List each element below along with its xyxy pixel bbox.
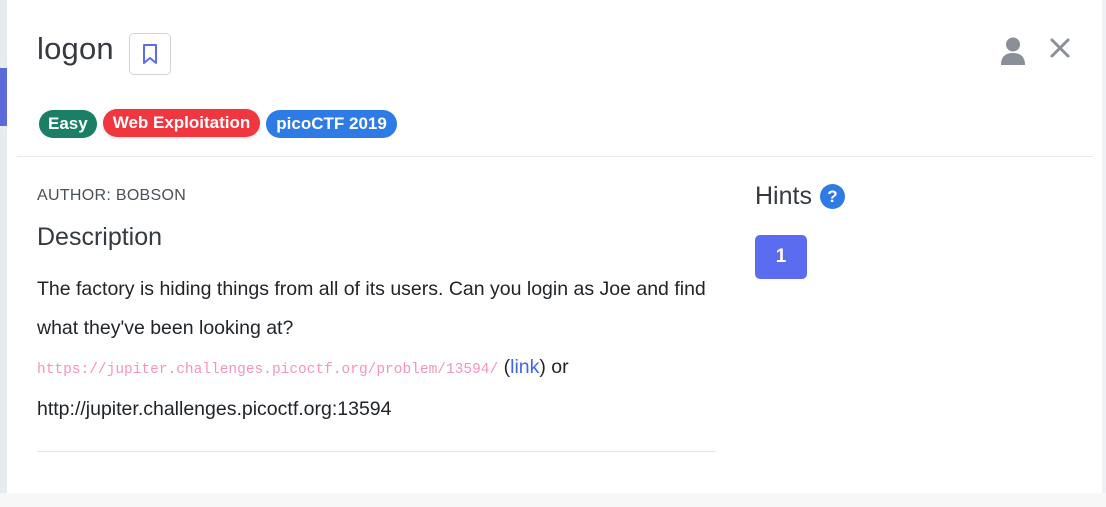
header-divider — [17, 156, 1093, 157]
bookmark-icon — [143, 44, 157, 64]
challenge-url-code: https://jupiter.challenges.picoctf.org/p… — [37, 362, 499, 378]
event-badge: picoCTF 2019 — [266, 110, 397, 138]
close-icon[interactable] — [1049, 37, 1071, 59]
hints-title: Hints — [755, 182, 812, 210]
background-bottom-edge — [0, 493, 1106, 507]
challenge-link[interactable]: link — [510, 356, 539, 378]
background-sidebar-active-marker — [0, 68, 7, 126]
tag-list: Easy Web Exploitation picoCTF 2019 — [39, 109, 397, 138]
description-divider — [37, 451, 716, 452]
description-heading: Description — [37, 223, 163, 251]
background-right-edge — [1102, 0, 1106, 507]
hints-section-title: Hints ? — [755, 182, 845, 211]
link-close-or: ) or — [539, 356, 569, 378]
description-text: The factory is hiding things from all of… — [37, 278, 706, 339]
bookmark-button[interactable] — [129, 33, 171, 75]
description-body: The factory is hiding things from all of… — [37, 270, 717, 429]
help-icon[interactable]: ? — [819, 184, 845, 209]
challenge-title: logon — [37, 31, 114, 66]
plain-url: http://jupiter.challenges.picoctf.org:13… — [37, 398, 392, 420]
hint-button-1[interactable]: 1 — [755, 235, 807, 279]
difficulty-badge: Easy — [39, 110, 97, 138]
category-badge: Web Exploitation — [102, 109, 261, 137]
user-icon[interactable] — [1000, 36, 1026, 66]
author-label: AUTHOR: BOBSON — [37, 187, 187, 204]
challenge-modal: logon Easy Web Exploitation picoCTF 2019… — [17, 0, 1093, 493]
